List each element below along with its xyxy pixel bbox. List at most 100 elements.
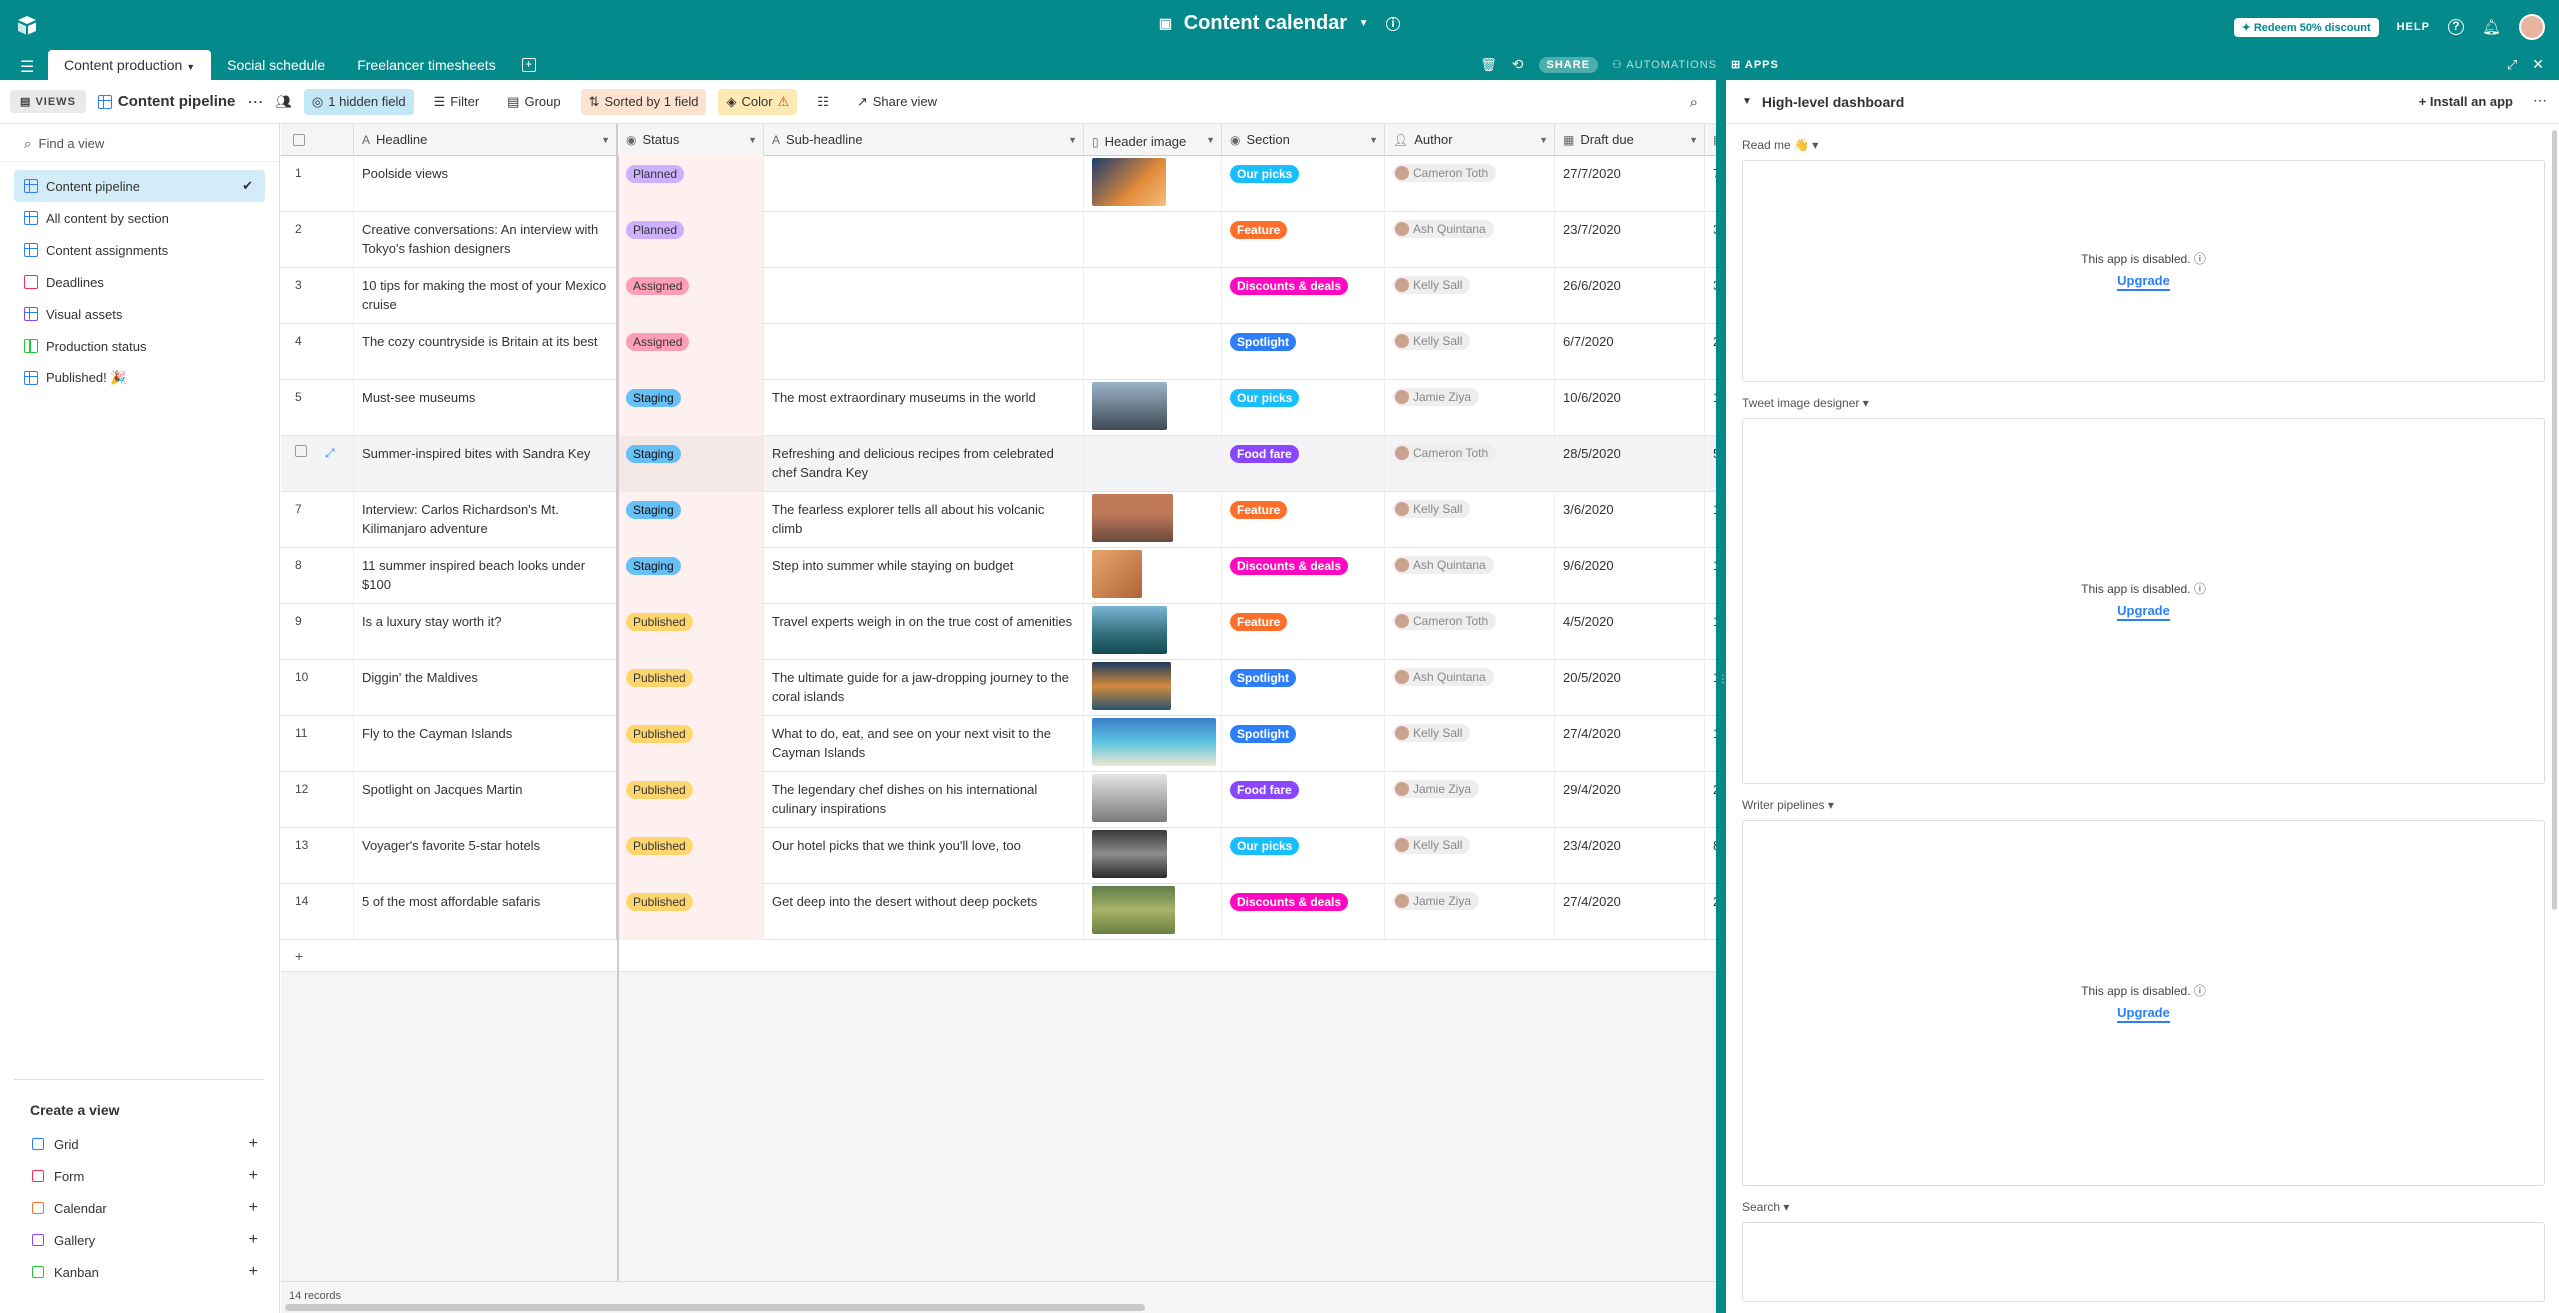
header-image-thumbnail[interactable] [1092, 494, 1173, 542]
author-cell[interactable]: Kelly Sall [1385, 492, 1555, 548]
sort-button[interactable]: ⇅ Sorted by 1 field [580, 88, 707, 115]
sub-headline-cell[interactable]: The fearless explorer tells all about hi… [764, 492, 1084, 548]
header-image-cell[interactable] [1084, 660, 1222, 716]
row-number-cell[interactable]: 11 [281, 716, 354, 772]
header-image-cell[interactable] [1084, 492, 1222, 548]
sidebar-view-4[interactable]: Visual assets [14, 298, 265, 330]
tab-freelancer-timesheets[interactable]: Freelancer timesheets [341, 50, 512, 80]
table-row[interactable]: ⤢ Summer-inspired bites with Sandra Key St… [281, 436, 1716, 492]
header-image-cell[interactable] [1084, 268, 1222, 324]
status-cell[interactable]: Assigned [618, 324, 764, 380]
history-icon[interactable]: ⟲ [1512, 56, 1525, 73]
collaborators-icon[interactable]: 👥︎ [275, 94, 292, 110]
sub-headline-cell[interactable] [764, 212, 1084, 268]
chevron-down-icon[interactable]: ▾ [1780, 1200, 1789, 1214]
headline-cell[interactable]: Creative conversations: An interview wit… [354, 212, 618, 268]
header-image-cell[interactable] [1084, 772, 1222, 828]
author-cell[interactable]: Ash Quintana [1385, 660, 1555, 716]
tab-social-schedule[interactable]: Social schedule [211, 50, 341, 80]
row-number-cell[interactable]: 7 [281, 492, 354, 548]
author-cell[interactable]: Jamie Ziya [1385, 772, 1555, 828]
group-button[interactable]: ▤ Group [499, 89, 568, 115]
add-table-icon[interactable]: + [521, 58, 536, 72]
row-number-cell[interactable]: 9 [281, 604, 354, 660]
overflow-date-cell[interactable]: 3/ [1705, 268, 1716, 324]
create-view-grid[interactable]: Grid + [14, 1128, 264, 1160]
headline-cell[interactable]: Diggin' the Maldives [354, 660, 618, 716]
draft-due-cell[interactable]: 27/7/2020 [1555, 156, 1705, 212]
status-cell[interactable]: Published [618, 884, 764, 940]
chevron-down-icon[interactable]: ▼ [1742, 96, 1752, 107]
column-header-status[interactable]: ◉ Status ▼ [618, 124, 764, 156]
install-app-button[interactable]: + Install an app [2419, 94, 2513, 109]
draft-due-cell[interactable]: 6/7/2020 [1555, 324, 1705, 380]
row-number-cell[interactable]: 12 [281, 772, 354, 828]
plus-icon[interactable]: + [249, 1167, 258, 1185]
user-avatar[interactable] [2519, 14, 2545, 40]
help-icon[interactable]: ⓘ [2191, 582, 2206, 596]
create-view-kanban[interactable]: Kanban + [14, 1256, 264, 1288]
chevron-down-icon[interactable]: ▼ [601, 124, 610, 156]
sidebar-view-1[interactable]: All content by section [14, 202, 265, 234]
more-options-icon[interactable]: ⋯ [2533, 92, 2547, 109]
row-height-button[interactable]: ☷ [809, 89, 837, 115]
menu-icon[interactable]: ☰ [20, 57, 34, 77]
plus-icon[interactable]: + [249, 1135, 258, 1153]
headline-cell[interactable]: Voyager's favorite 5-star hotels [354, 828, 618, 884]
views-toggle-button[interactable]: ▤ VIEWS [10, 90, 86, 113]
chevron-down-icon[interactable]: ▾ [1824, 798, 1834, 812]
header-image-cell[interactable] [1084, 716, 1222, 772]
header-image-cell[interactable] [1084, 828, 1222, 884]
table-row[interactable]: 12 Spotlight on Jacques Martin Published Th… [281, 772, 1716, 828]
author-cell[interactable]: Cameron Toth [1385, 604, 1555, 660]
headline-cell[interactable]: Summer-inspired bites with Sandra Key [354, 436, 618, 492]
sub-headline-cell[interactable]: Step into summer while staying on budget [764, 548, 1084, 604]
sidebar-view-2[interactable]: Content assignments [14, 234, 265, 266]
table-row[interactable]: 5 Must-see museums Staging The most extraor… [281, 380, 1716, 436]
draft-due-cell[interactable]: 23/4/2020 [1555, 828, 1705, 884]
overflow-date-cell[interactable]: 20 [1705, 772, 1716, 828]
chevron-down-icon[interactable]: ▼ [1689, 124, 1698, 156]
overflow-date-cell[interactable]: 14 [1705, 604, 1716, 660]
row-number-cell[interactable]: 10 [281, 660, 354, 716]
sidebar-view-3[interactable]: Deadlines [14, 266, 265, 298]
sidebar-view-0[interactable]: Content pipeline ✔ [14, 170, 265, 202]
app-title[interactable]: Tweet image designer ▾ [1726, 396, 2559, 410]
section-cell[interactable]: Our picks [1222, 156, 1385, 212]
overflow-date-cell[interactable]: 5/ [1705, 436, 1716, 492]
section-cell[interactable]: Spotlight [1222, 324, 1385, 380]
trash-icon[interactable]: 🗑︎ [1480, 57, 1498, 73]
sub-headline-cell[interactable]: Travel experts weigh in on the true cost… [764, 604, 1084, 660]
author-cell[interactable]: Jamie Ziya [1385, 380, 1555, 436]
header-image-cell[interactable] [1084, 380, 1222, 436]
table-row[interactable]: 8 11 summer inspired beach looks under $1… [281, 548, 1716, 604]
column-header-draft-due[interactable]: ▦ Draft due ▼ [1555, 124, 1705, 156]
column-header-overflow[interactable]: ▦ [1705, 124, 1716, 156]
sub-headline-cell[interactable] [764, 268, 1084, 324]
chevron-down-icon[interactable]: ▼ [186, 62, 195, 72]
header-image-cell[interactable] [1084, 884, 1222, 940]
help-icon[interactable]: ⓘ [2191, 984, 2206, 998]
table-row[interactable]: 1 Poolside views Planned Our picks Cameron T… [281, 156, 1716, 212]
row-number-cell[interactable]: 4 [281, 324, 354, 380]
header-image-cell[interactable] [1084, 324, 1222, 380]
draft-due-cell[interactable]: 27/4/2020 [1555, 884, 1705, 940]
author-cell[interactable]: Cameron Toth [1385, 156, 1555, 212]
help-icon[interactable]: ? [2447, 19, 2464, 35]
filter-button[interactable]: ☰ Filter [426, 89, 488, 115]
chevron-down-icon[interactable]: ▼ [1206, 124, 1215, 156]
table-row[interactable]: 11 Fly to the Cayman Islands Published What… [281, 716, 1716, 772]
overflow-date-cell[interactable]: 15 [1705, 548, 1716, 604]
header-image-thumbnail[interactable] [1092, 382, 1167, 430]
table-row[interactable]: 14 5 of the most affordable safaris Publis… [281, 884, 1716, 940]
upgrade-link[interactable]: Upgrade [2117, 273, 2170, 291]
header-image-thumbnail[interactable] [1092, 830, 1167, 878]
sub-headline-cell[interactable]: Refreshing and delicious recipes from ce… [764, 436, 1084, 492]
overflow-date-cell[interactable]: 8/ [1705, 828, 1716, 884]
chevron-down-icon[interactable]: ▾ [1809, 138, 1818, 152]
table-row[interactable]: 4 The cozy countryside is Britain at its … [281, 324, 1716, 380]
info-icon[interactable]: i [1386, 16, 1401, 31]
row-number-cell[interactable]: 13 [281, 828, 354, 884]
headline-cell[interactable]: Spotlight on Jacques Martin [354, 772, 618, 828]
overflow-date-cell[interactable]: 20 [1705, 884, 1716, 940]
